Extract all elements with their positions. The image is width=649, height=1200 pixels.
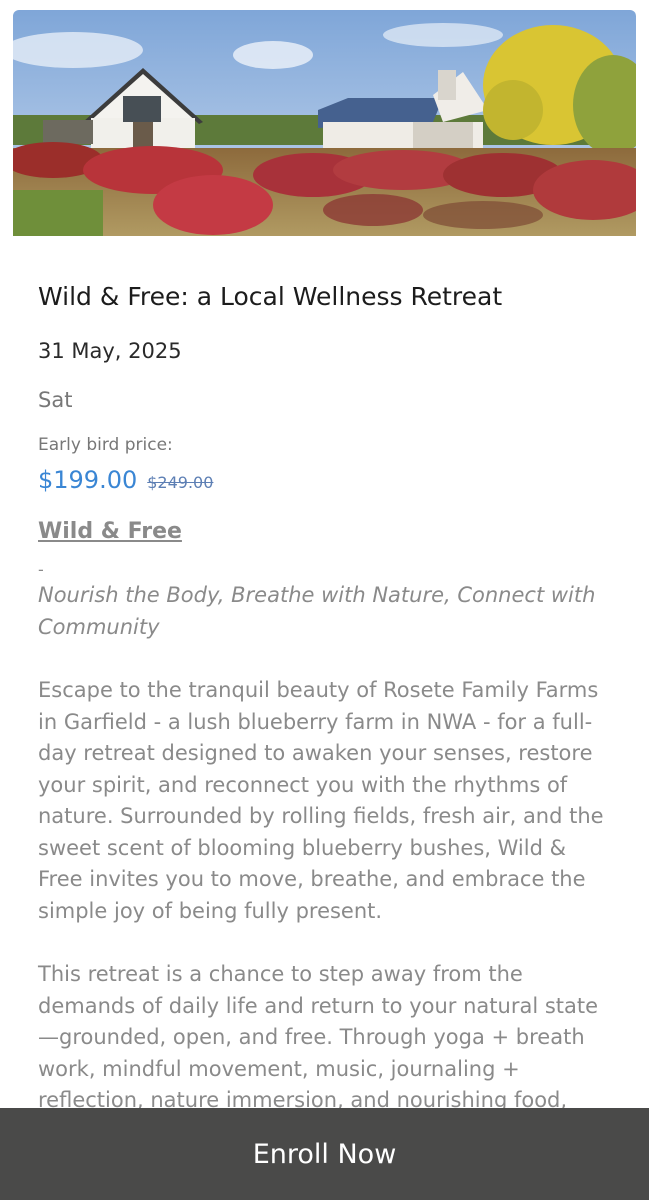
event-title: Wild & Free: a Local Wellness Retreat bbox=[38, 282, 503, 311]
current-price: $199.00 bbox=[38, 466, 138, 494]
price-label: Early bird price: bbox=[38, 435, 173, 455]
price-row: $199.00 $249.00 bbox=[38, 466, 213, 494]
hero-image bbox=[13, 10, 636, 236]
event-day: Sat bbox=[38, 388, 73, 412]
tagline: Nourish the Body, Breathe with Nature, C… bbox=[38, 583, 596, 639]
enroll-now-button[interactable]: Enroll Now bbox=[0, 1108, 649, 1200]
event-date: 31 May, 2025 bbox=[38, 339, 182, 363]
description-paragraph-2: This retreat is a chance to step away fr… bbox=[38, 962, 599, 1112]
description-paragraph-1: Escape to the tranquil beauty of Rosete … bbox=[38, 678, 604, 923]
description-heading-link[interactable]: Wild & Free bbox=[38, 516, 182, 548]
original-price: $249.00 bbox=[147, 473, 214, 492]
separator-dash: - bbox=[38, 560, 44, 579]
